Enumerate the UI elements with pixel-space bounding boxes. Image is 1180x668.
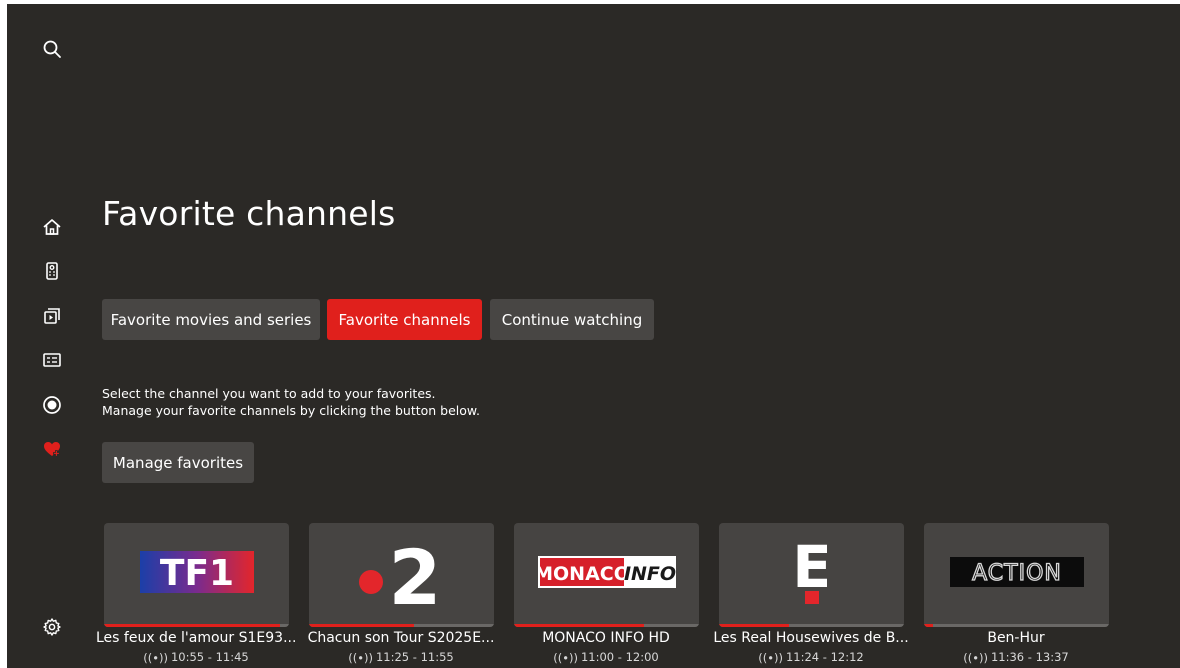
library-icon[interactable]: [40, 304, 64, 328]
description-line-2: Manage your favorite channels by clickin…: [102, 403, 480, 418]
time-range: 11:00 - 12:00: [580, 650, 659, 664]
program-time: ((•)) 11:24 - 12:12: [711, 650, 911, 665]
channel-card-france2[interactable]: 2: [309, 523, 494, 627]
program-time: ((•)) 11:36 - 13:37: [916, 650, 1116, 665]
manage-favorites-button[interactable]: Manage favorites: [102, 442, 254, 483]
time-range: 10:55 - 11:45: [170, 650, 249, 664]
tf1-logo: TF1: [104, 523, 289, 620]
channel-card-tf1[interactable]: TF1: [104, 523, 289, 627]
action-logo-text: ACTION: [972, 561, 1062, 586]
home-icon[interactable]: [40, 215, 64, 239]
progress-fill: [309, 624, 415, 627]
program-time: ((•)) 11:25 - 11:55: [301, 650, 501, 665]
search-icon[interactable]: [40, 37, 64, 61]
tab-continue-watching[interactable]: Continue watching: [490, 299, 654, 340]
progress-fill: [514, 624, 644, 627]
program-title: Chacun son Tour S2025E...: [307, 630, 495, 646]
channel-card-e[interactable]: E: [719, 523, 904, 627]
time-range: 11:25 - 11:55: [375, 650, 454, 664]
program-time: ((•)) 11:00 - 12:00: [506, 650, 706, 665]
settings-gear-icon[interactable]: [40, 615, 64, 639]
info-logo-text: INFO: [623, 563, 675, 585]
progress-bar: [514, 624, 699, 627]
tab-favorite-channels[interactable]: Favorite channels: [327, 299, 482, 340]
program-title: Ben-Hur: [987, 630, 1045, 646]
program-title: Les feux de l'amour S1E93...: [96, 630, 296, 646]
program-time: ((•)) 10:55 - 11:45: [96, 650, 296, 665]
france2-logo: 2: [309, 523, 494, 620]
guide-icon[interactable]: [40, 348, 64, 372]
progress-fill: [104, 624, 280, 627]
time-range: 11:24 - 12:12: [785, 650, 864, 664]
description-line-1: Select the channel you want to add to yo…: [102, 386, 436, 401]
live-broadcast-icon: ((•)): [963, 651, 988, 665]
progress-bar: [104, 624, 289, 627]
program-title: Les Real Housewives de B...: [713, 630, 909, 646]
live-broadcast-icon: ((•)): [143, 651, 168, 665]
tf1-logo-text: TF1: [159, 553, 233, 593]
channel-card-action[interactable]: ACTION: [924, 523, 1109, 627]
program-title: MONACO INFO HD: [542, 630, 670, 646]
e-logo: E: [719, 523, 904, 620]
channel-card-monaco-info[interactable]: MONACO INFO: [514, 523, 699, 627]
live-broadcast-icon: ((•)): [553, 651, 578, 665]
record-icon[interactable]: [40, 393, 64, 417]
progress-bar: [924, 624, 1109, 627]
favorites-heart-icon[interactable]: [40, 437, 64, 461]
time-range: 11:36 - 13:37: [990, 650, 1069, 664]
monaco-logo-text: MONACO: [538, 563, 630, 585]
progress-fill: [719, 624, 790, 627]
remote-icon[interactable]: [40, 259, 64, 283]
action-logo: ACTION: [924, 523, 1109, 620]
progress-fill: [924, 624, 934, 627]
tv-screen: Favorite channels Favorite movies and se…: [7, 4, 1180, 668]
progress-bar: [309, 624, 494, 627]
live-broadcast-icon: ((•)): [348, 651, 373, 665]
progress-bar: [719, 624, 904, 627]
page-title: Favorite channels: [102, 194, 396, 233]
live-broadcast-icon: ((•)): [758, 651, 783, 665]
france2-logo-text: 2: [388, 534, 441, 610]
tab-favorite-movies-and-series[interactable]: Favorite movies and series: [102, 299, 320, 340]
monaco-info-logo: MONACO INFO: [514, 523, 699, 620]
